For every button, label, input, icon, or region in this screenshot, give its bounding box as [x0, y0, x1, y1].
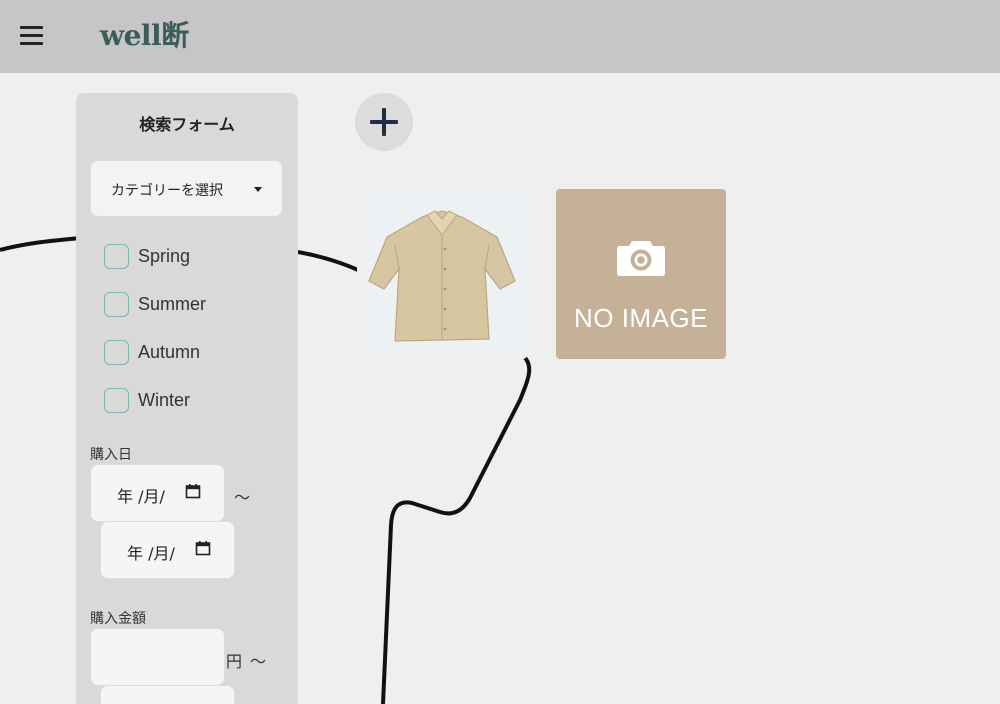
camera-icon — [617, 241, 665, 276]
search-form-title: 検索フォーム — [139, 115, 235, 134]
calendar-icon[interactable] — [195, 540, 211, 556]
item-card-no-image[interactable]: NO IMAGE — [556, 189, 726, 359]
plus-icon — [370, 108, 398, 136]
caret-down-icon — [254, 187, 262, 192]
category-select[interactable]: カテゴリーを選択 — [90, 160, 283, 217]
purchase-amount-to-input[interactable] — [100, 685, 235, 704]
date-range-separator: ～ — [234, 488, 251, 507]
calendar-icon[interactable] — [185, 483, 201, 499]
no-image-text: NO IMAGE — [573, 303, 708, 333]
yen-unit-label: 円 — [226, 652, 243, 671]
add-item-button[interactable] — [355, 93, 413, 151]
checkbox[interactable] — [104, 388, 129, 413]
purchase-amount-label: 購入金額 — [90, 611, 146, 627]
checkbox[interactable] — [104, 340, 129, 365]
purchase-amount-from-input[interactable] — [90, 628, 225, 686]
checkbox[interactable] — [104, 244, 129, 269]
search-form-panel: 検索フォーム カテゴリーを選択 Spring Summer Autumn Win… — [76, 93, 298, 704]
season-label: Spring — [138, 246, 191, 266]
app-header: well断 — [0, 0, 1000, 73]
beige-shirt-image — [368, 210, 516, 342]
purchase-date-to-input[interactable]: 年 /月/ — [100, 521, 235, 579]
category-select-label: カテゴリーを選択 — [111, 183, 223, 199]
date-placeholder: 年 /月/ — [127, 544, 175, 563]
season-label: Autumn — [138, 342, 201, 362]
amount-range-separator: ～ — [250, 652, 267, 671]
purchase-date-label: 購入日 — [90, 447, 132, 463]
app-logo[interactable]: well断 — [100, 16, 189, 56]
purchase-date-from-input[interactable]: 年 /月/ — [90, 464, 225, 522]
hamburger-menu-icon[interactable] — [20, 25, 43, 45]
season-label: Winter — [138, 390, 191, 410]
checkbox[interactable] — [104, 292, 129, 317]
item-card-shirt[interactable] — [357, 189, 527, 359]
date-placeholder: 年 /月/ — [117, 487, 165, 506]
season-label: Summer — [138, 294, 207, 314]
